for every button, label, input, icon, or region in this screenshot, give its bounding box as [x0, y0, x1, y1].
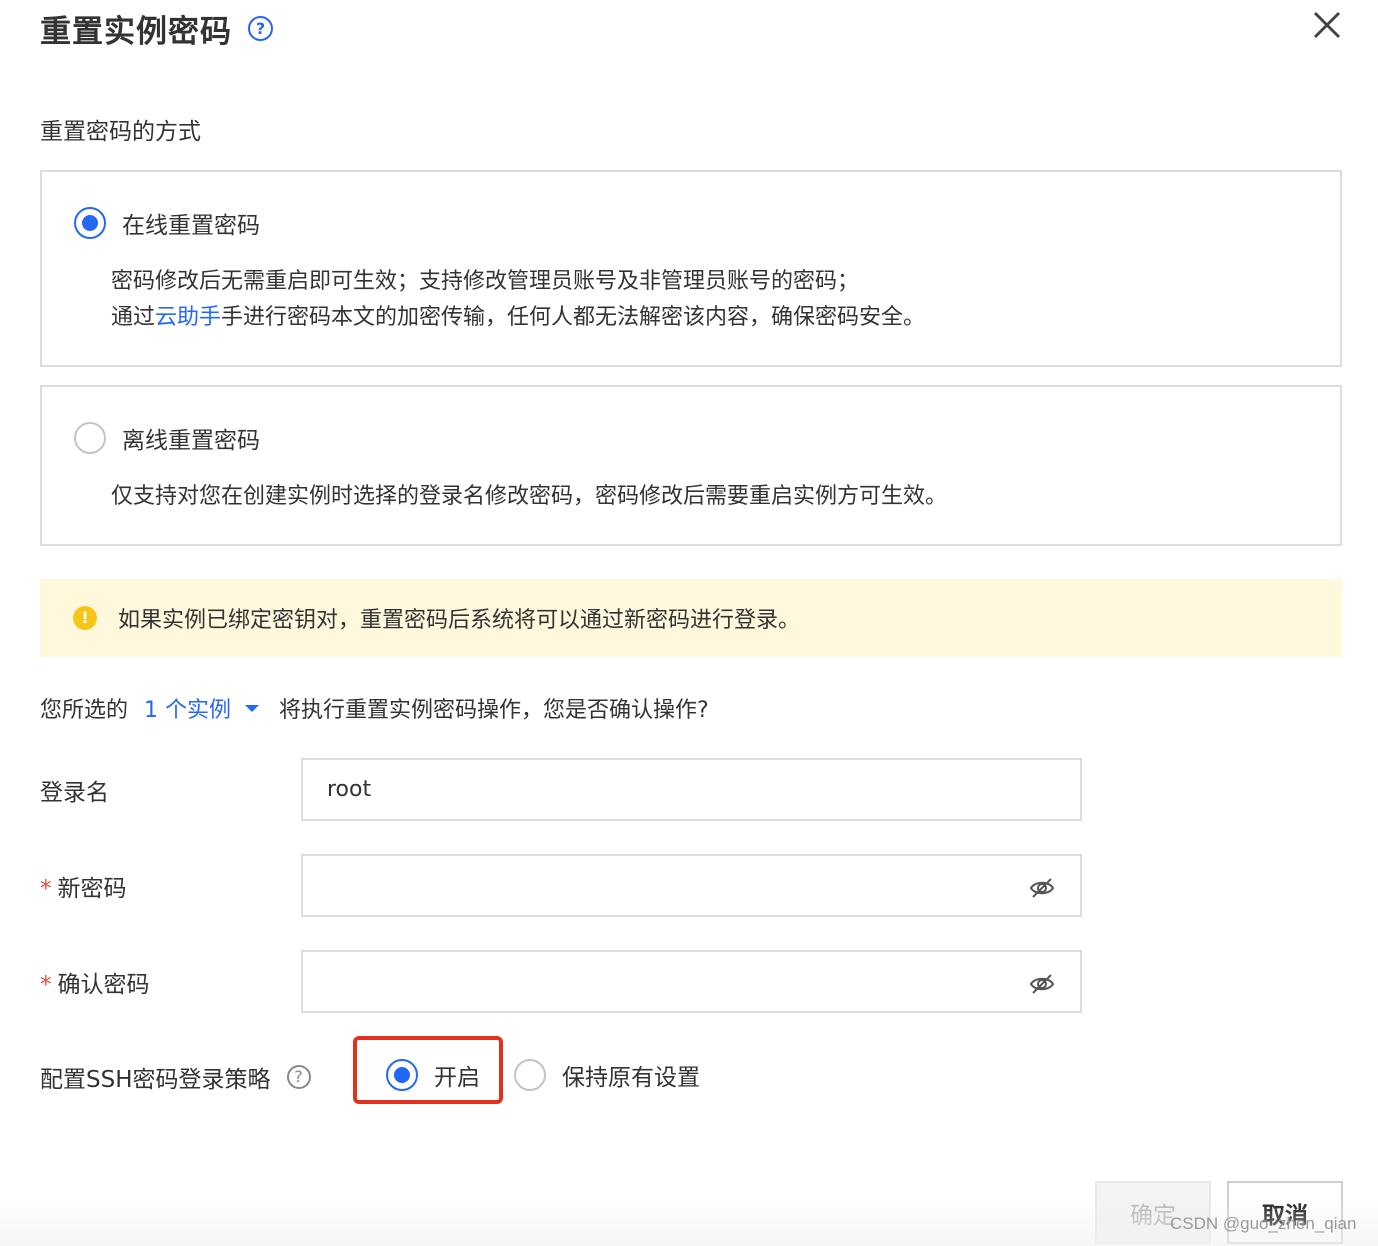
- desc-prefix: 通过: [111, 305, 156, 330]
- section-label-reset-method: 重置密码的方式: [40, 119, 201, 145]
- option-offline-head[interactable]: 离线重置密码: [74, 421, 260, 455]
- new-password-label: 新密码: [57, 876, 127, 902]
- confirm-password-field[interactable]: [301, 950, 1082, 1013]
- new-password-label-row: * 新密码: [40, 869, 127, 903]
- confirm-prefix: 您所选的: [40, 698, 129, 723]
- option-online-description: 密码修改后无需重启即可生效；支持修改管理员账号及非管理员账号的密码； 通过云助手…: [111, 264, 925, 336]
- login-name-field[interactable]: [301, 758, 1082, 821]
- confirm-suffix: 将执行重置实例密码操作，您是否确认操作?: [279, 698, 709, 723]
- confirm-statement: 您所选的 1 个实例 将执行重置实例密码操作，您是否确认操作?: [40, 690, 709, 726]
- warning-alert: ! 如果实例已绑定密钥对，重置密码后系统将可以通过新密码进行登录。: [40, 579, 1342, 657]
- required-mark: *: [40, 876, 52, 902]
- ssh-policy-label-row: 配置SSH密码登录策略 ?: [40, 1060, 311, 1094]
- option-card-offline[interactable]: 离线重置密码 仅支持对您在创建实例时选择的登录名修改密码，密码修改后需要重启实例…: [40, 385, 1342, 546]
- ssh-option-enable[interactable]: 开启: [386, 1058, 480, 1092]
- cancel-button[interactable]: 取消: [1227, 1181, 1343, 1244]
- dialog-title: 重置实例密码: [40, 13, 232, 50]
- warning-text: 如果实例已绑定密钥对，重置密码后系统将可以通过新密码进行登录。: [118, 608, 801, 633]
- option-online-head[interactable]: 在线重置密码: [74, 206, 260, 240]
- option-online-title: 在线重置密码: [122, 213, 260, 239]
- ssh-option-keep-label: 保持原有设置: [562, 1065, 700, 1091]
- close-icon[interactable]: [1310, 8, 1344, 42]
- eye-slash-icon[interactable]: [1028, 874, 1056, 902]
- option-online-desc-line2: 通过云助手手进行密码本文的加密传输，任何人都无法解密该内容，确保密码安全。: [111, 300, 925, 336]
- radio-ssh-enable[interactable]: [386, 1059, 418, 1091]
- option-offline-description: 仅支持对您在创建实例时选择的登录名修改密码，密码修改后需要重启实例方可生效。: [111, 484, 948, 509]
- ssh-option-keep[interactable]: 保持原有设置: [514, 1058, 700, 1092]
- radio-offline[interactable]: [74, 422, 106, 454]
- warning-icon: !: [73, 606, 97, 630]
- login-name-label: 登录名: [40, 780, 109, 806]
- radio-ssh-keep[interactable]: [514, 1059, 546, 1091]
- option-online-desc-line1: 密码修改后无需重启即可生效；支持修改管理员账号及非管理员账号的密码；: [111, 269, 860, 294]
- radio-dot: [394, 1067, 410, 1083]
- dialog-header: 重置实例密码 ?: [40, 6, 273, 50]
- option-offline-title: 离线重置密码: [122, 428, 260, 454]
- required-mark: *: [40, 972, 52, 998]
- ssh-policy-label: 配置SSH密码登录策略: [40, 1067, 271, 1093]
- eye-slash-icon[interactable]: [1028, 970, 1056, 998]
- confirm-password-input[interactable]: [303, 952, 1003, 1011]
- instance-link-label: 1 个实例: [144, 698, 232, 723]
- help-icon[interactable]: ?: [248, 15, 273, 41]
- login-name-input[interactable]: [303, 760, 1003, 819]
- cloud-assistant-link[interactable]: 云助手: [155, 305, 221, 330]
- caret-down-icon: [245, 704, 260, 712]
- confirm-password-label-row: * 确认密码: [40, 965, 150, 999]
- radio-dot: [82, 215, 98, 231]
- radio-online[interactable]: [74, 207, 106, 239]
- new-password-input[interactable]: [303, 856, 1003, 915]
- help-icon[interactable]: ?: [286, 1065, 311, 1089]
- confirm-password-label: 确认密码: [57, 972, 150, 998]
- ssh-option-enable-label: 开启: [434, 1065, 480, 1091]
- confirm-button[interactable]: 确定: [1095, 1181, 1211, 1244]
- desc-suffix: 手进行密码本文的加密传输，任何人都无法解密该内容，确保密码安全。: [221, 305, 926, 330]
- option-card-online[interactable]: 在线重置密码 密码修改后无需重启即可生效；支持修改管理员账号及非管理员账号的密码…: [40, 170, 1342, 367]
- watermark-text: CSDN @guo_zhen_qian: [1170, 1214, 1357, 1233]
- instance-dropdown[interactable]: 1 个实例: [144, 692, 279, 724]
- new-password-field[interactable]: [301, 854, 1082, 917]
